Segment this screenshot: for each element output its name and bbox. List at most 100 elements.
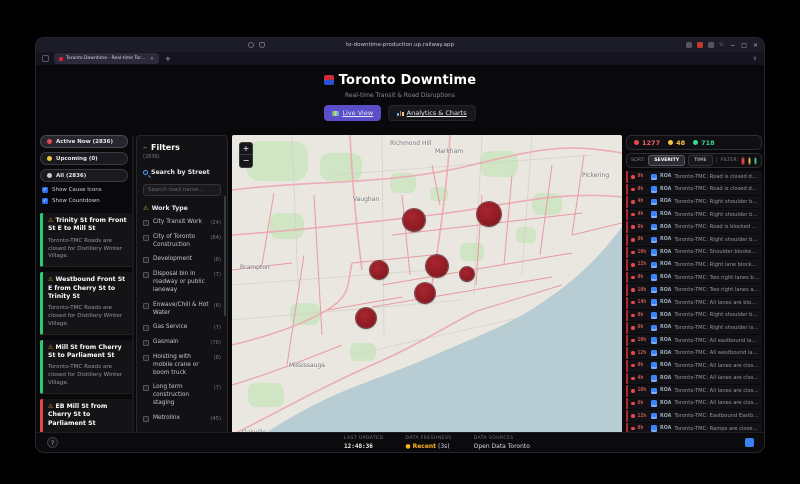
firefox-view-icon[interactable] xyxy=(42,55,49,62)
event-row[interactable]: 6h ROA Toronto-TMC: Road is blocked du..… xyxy=(626,221,762,233)
tab-live-view[interactable]: Live View xyxy=(324,105,382,121)
work-type-option[interactable]: Gasmain (76) xyxy=(143,339,221,347)
collapse-icon[interactable]: – xyxy=(143,143,147,152)
list-tabs-chevron-icon[interactable]: ∨ xyxy=(753,55,757,62)
incident-cluster-marker[interactable] xyxy=(415,283,435,303)
event-card[interactable]: ⚠ Trinity St from Front St E to Mill St … xyxy=(40,213,132,268)
filter-red-toggle[interactable] xyxy=(741,156,745,165)
event-row[interactable]: 6h ROA Toronto-TMC: All lanes are close.… xyxy=(626,397,762,410)
incident-cluster-marker[interactable] xyxy=(370,261,388,279)
app-header: Toronto Downtime Real-time Transit & Roa… xyxy=(36,70,764,121)
event-card[interactable]: ⚠ Mill St from Cherry St to Parliament S… xyxy=(40,339,132,394)
event-row[interactable]: 10h ROA Toronto-TMC: Shoulder blocked d.… xyxy=(626,246,762,259)
railway-badge-icon[interactable] xyxy=(745,438,754,447)
leaflet-map[interactable]: Richmond Hill Markham Pickering Vaughan Bram… xyxy=(232,135,622,452)
work-type-option[interactable]: City Transit Work (24) xyxy=(143,219,221,227)
event-row[interactable]: 4h ROA Toronto-TMC: Right shoulder blo..… xyxy=(626,196,762,208)
sidebar-scrollbar[interactable] xyxy=(132,135,134,452)
events-panel: 1277 48 718 SORT: SEVERITY TIME | FILTER… xyxy=(626,135,762,452)
window-maximize-button[interactable]: □ xyxy=(741,42,747,49)
event-row[interactable]: 6h ROA Toronto-TMC: Right shoulder is b.… xyxy=(626,322,762,334)
incident-cluster-marker[interactable] xyxy=(426,255,448,277)
data-freshness-label: DATA FRESHNESS xyxy=(405,436,452,441)
event-row[interactable]: 12h ROA Toronto-TMC: Right lane blocked … xyxy=(626,259,762,271)
event-row[interactable]: 4h ROA Toronto-TMC: Right shoulder blo..… xyxy=(626,208,762,221)
sort-time-button[interactable]: TIME xyxy=(688,155,713,166)
checkbox-unchecked-icon[interactable] xyxy=(143,340,149,347)
work-type-option[interactable]: City of Toronto Construction (84) xyxy=(143,234,221,250)
data-sources-label: DATA SOURCES xyxy=(473,436,514,441)
severity-dot-icon xyxy=(631,200,635,204)
filter-green-toggle[interactable] xyxy=(753,156,757,165)
help-button[interactable]: ? xyxy=(47,437,58,448)
bookmark-star-icon[interactable]: ☆ xyxy=(719,42,724,48)
new-tab-button[interactable]: + xyxy=(165,55,171,63)
incident-cluster-marker[interactable] xyxy=(356,308,376,328)
work-type-option[interactable]: Long term construction staging (7) xyxy=(143,384,221,407)
cause-icon xyxy=(650,261,657,269)
event-row[interactable]: 8h ROA Toronto-TMC: All lanes are close.… xyxy=(626,359,762,372)
map-city-label: Markham xyxy=(435,148,464,155)
filters-title: Filters xyxy=(151,143,180,152)
incident-cluster-marker[interactable] xyxy=(477,202,501,226)
checkbox-unchecked-icon[interactable] xyxy=(143,415,149,422)
event-card-list: ⚠ Trinity St from Front St E to Mill St … xyxy=(40,213,132,452)
filter-pill-upcoming[interactable]: Upcoming (0) xyxy=(40,152,128,165)
window-close-button[interactable]: × xyxy=(753,42,758,49)
extensions-grid-icon[interactable] xyxy=(707,42,714,48)
red-dot-icon xyxy=(634,140,639,145)
window-minimize-button[interactable]: − xyxy=(730,42,735,49)
work-type-option[interactable]: Gas Service (7) xyxy=(143,324,221,332)
checkbox-unchecked-icon[interactable] xyxy=(143,354,149,361)
zoom-in-button[interactable]: + xyxy=(240,143,252,155)
extension-icon[interactable] xyxy=(685,42,692,48)
work-type-list: City Transit Work (24) City of Toronto C… xyxy=(143,219,221,423)
checkbox-show-countdown[interactable]: ✓ Show Countdown xyxy=(42,198,132,204)
checkbox-show-cause-icons[interactable]: ✓ Show Cause Icons xyxy=(42,187,132,193)
event-row[interactable]: 10h ROA Toronto-TMC: Two right lanes and… xyxy=(626,284,762,296)
lock-icon[interactable] xyxy=(259,42,265,48)
work-type-option[interactable]: Hoisting with mobile crane or boom truck… xyxy=(143,354,221,377)
event-row[interactable]: 10h ROA Toronto-TMC: All eastbound lanes… xyxy=(626,334,762,347)
event-card[interactable]: ⚠ Westbound Front St E from Cherry St to… xyxy=(40,272,132,335)
work-type-option[interactable]: Development (8) xyxy=(143,256,221,264)
event-row[interactable]: 12h ROA Toronto-TMC: Eastbound Eastbou..… xyxy=(626,410,762,422)
checkbox-unchecked-icon[interactable] xyxy=(143,220,149,226)
checkbox-unchecked-icon[interactable] xyxy=(143,385,149,392)
checkbox-unchecked-icon[interactable] xyxy=(143,272,149,279)
checkbox-unchecked-icon[interactable] xyxy=(143,325,149,332)
event-row[interactable]: 8h ROA Toronto-TMC: Right shoulder blo..… xyxy=(626,233,762,246)
event-row[interactable]: 8h ROA Toronto-TMC: Road is closed due .… xyxy=(626,183,762,196)
incident-cluster-marker[interactable] xyxy=(460,267,474,281)
work-type-option[interactable]: Disposal bin in roadway or public lanewa… xyxy=(143,271,221,294)
search-input[interactable] xyxy=(143,184,221,196)
event-row[interactable]: 12h ROA Toronto-TMC: All westbound lane.… xyxy=(626,347,762,359)
checkbox-unchecked-icon[interactable] xyxy=(143,234,149,241)
tab-close-icon[interactable]: × xyxy=(150,56,154,62)
browser-tab[interactable]: Toronto Downtime - Real-time Tor... × xyxy=(54,53,160,64)
tracking-shield-icon[interactable] xyxy=(248,42,254,48)
tab-analytics-charts[interactable]: Analytics & Charts xyxy=(388,105,476,121)
extension-flag-icon[interactable] xyxy=(696,42,703,48)
work-type-option[interactable]: Metrolinx (45) xyxy=(143,415,221,423)
filters-scrollbar[interactable] xyxy=(224,196,226,316)
work-type-option[interactable]: Enwave/Chill & Hot Water (6) xyxy=(143,302,221,318)
incident-cluster-marker[interactable] xyxy=(403,209,425,231)
event-row[interactable]: 14h ROA Toronto-TMC: All lanes are block… xyxy=(626,296,762,309)
event-row[interactable]: 4h ROA Toronto-TMC: All lanes are close.… xyxy=(626,372,762,385)
filter-yellow-toggle[interactable] xyxy=(747,156,751,165)
event-row[interactable]: 8h ROA Toronto-TMC: Two right lanes blo.… xyxy=(626,271,762,284)
event-row[interactable]: 8h ROA Toronto-TMC: Right shoulder blo..… xyxy=(626,309,762,322)
event-row[interactable]: 10h ROA Toronto-TMC: All lanes are close… xyxy=(626,385,762,397)
url-bar[interactable]: to-downtime-production.up.railway.app xyxy=(346,42,454,48)
zoom-out-button[interactable]: − xyxy=(240,155,252,167)
checkbox-unchecked-icon[interactable] xyxy=(143,257,149,264)
work-type-option-label: Gasmain xyxy=(153,339,179,346)
event-text: Toronto-TMC: All eastbound lanes... xyxy=(674,337,759,344)
event-type-tag: ROA xyxy=(660,174,672,180)
filter-pill-all[interactable]: All (2836) xyxy=(40,169,128,182)
checkbox-unchecked-icon[interactable] xyxy=(143,302,149,309)
sort-severity-button[interactable]: SEVERITY xyxy=(648,155,686,166)
filter-pill-active-now[interactable]: Active Now (2836) xyxy=(40,135,128,148)
event-row[interactable]: 8h ROA Toronto-TMC: Road is closed due .… xyxy=(626,171,762,183)
